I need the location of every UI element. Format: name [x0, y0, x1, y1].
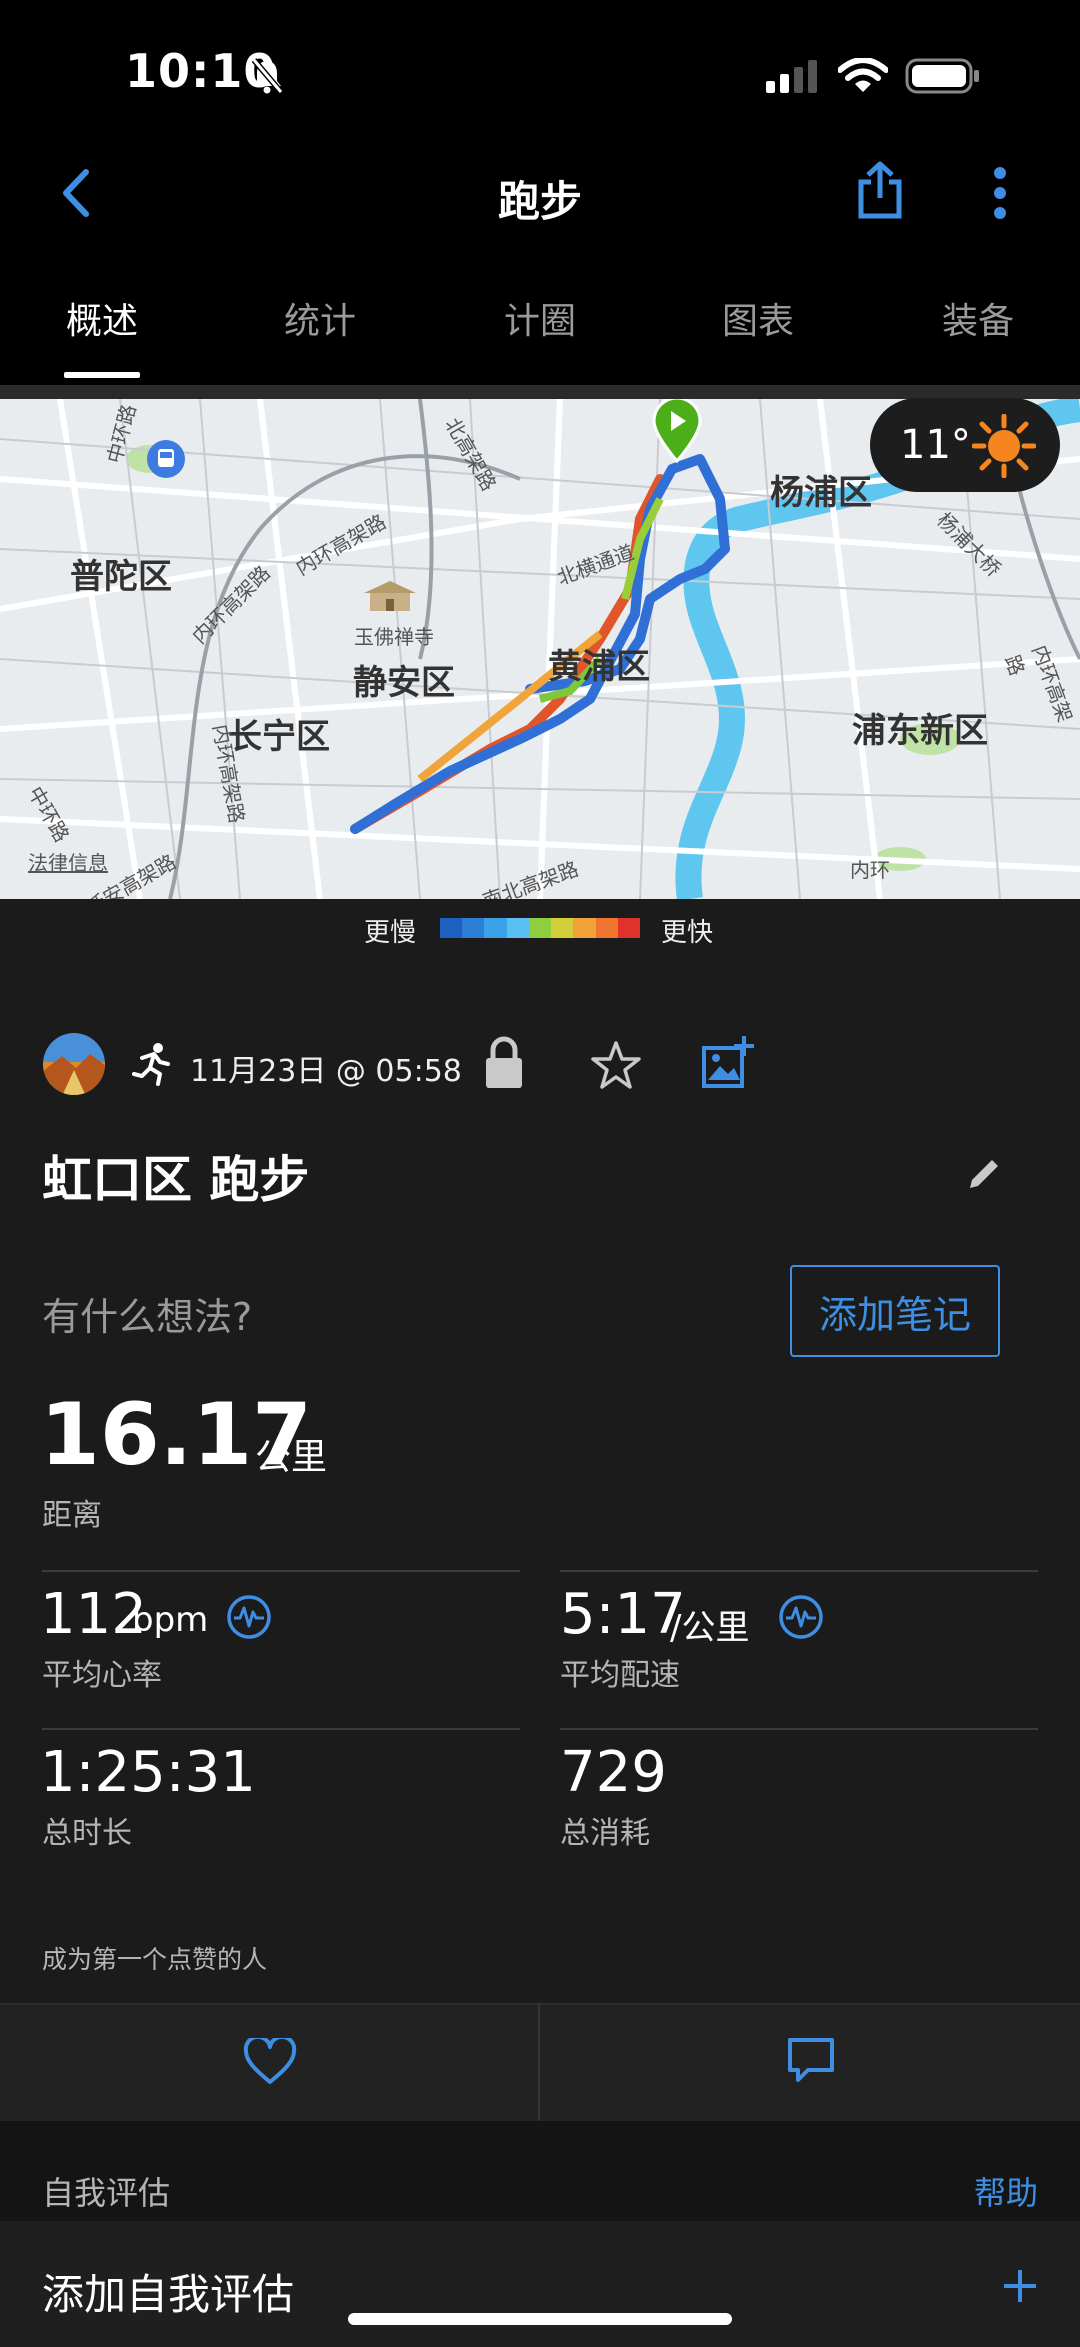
- wifi-icon: [838, 58, 888, 92]
- weather-badge: 11°: [870, 398, 1060, 492]
- tab-overview[interactable]: 概述: [0, 292, 210, 344]
- running-icon: [132, 1043, 170, 1086]
- notes-prompt: 有什么想法?: [42, 1295, 253, 1339]
- avg-heart-rate-value: 112: [40, 1582, 147, 1647]
- divider: [560, 1570, 1038, 1572]
- sun-icon: [972, 414, 1036, 478]
- avg-heart-rate-label: 平均心率: [42, 1658, 162, 1693]
- legend-swatch: [551, 918, 574, 938]
- legend-swatch: [462, 918, 485, 938]
- map-label-district: 静安区: [353, 663, 455, 703]
- social-action-bar: [0, 2003, 1080, 2123]
- tab-laps[interactable]: 计圈: [432, 292, 648, 344]
- likes-prompt: 成为第一个点赞的人: [42, 1945, 268, 1974]
- more-icon[interactable]: [990, 166, 1010, 220]
- legend-swatch: [484, 918, 507, 938]
- calories-value: 729: [560, 1740, 667, 1805]
- legend-fast-label: 更快: [661, 918, 714, 948]
- map-label-district: 长宁区: [228, 717, 330, 757]
- avatar[interactable]: [42, 1032, 106, 1096]
- edit-icon[interactable]: [964, 1154, 1004, 1194]
- map-label-district: 普陀区: [70, 557, 172, 597]
- avg-pace-value: 5:17: [560, 1582, 686, 1647]
- activity-title: 虹口区 跑步: [42, 1151, 310, 1209]
- add-note-button[interactable]: 添加笔记: [790, 1265, 1000, 1357]
- distance-label: 距离: [42, 1498, 102, 1533]
- map-label-district: 黄浦区: [548, 647, 650, 687]
- divider: [42, 1728, 520, 1730]
- transit-icon: [147, 440, 185, 478]
- battery-icon: [905, 58, 979, 94]
- pace-icon[interactable]: [778, 1594, 824, 1640]
- legend-slow-label: 更慢: [364, 918, 417, 948]
- map-label-district: 浦东新区: [852, 711, 988, 751]
- legend-swatch: [440, 918, 463, 938]
- map-label-district: 杨浦区: [770, 473, 872, 513]
- legend-swatch: [617, 918, 640, 938]
- total-time-value: 1:25:31: [40, 1740, 256, 1805]
- start-flag-icon: [652, 399, 702, 463]
- total-time-label: 总时长: [42, 1816, 132, 1851]
- lock-icon[interactable]: [484, 1036, 524, 1090]
- legal-info-link[interactable]: 法律信息: [28, 847, 108, 876]
- weather-temperature: 11°: [900, 422, 971, 468]
- legend-swatch: [595, 918, 618, 938]
- avg-pace-unit: /公里: [670, 1608, 750, 1648]
- temple-icon: [364, 581, 416, 611]
- calories-label: 总消耗: [560, 1816, 650, 1851]
- tab-gear[interactable]: 装备: [870, 292, 1080, 344]
- divider: [538, 2003, 540, 2121]
- cellular-signal-icon: [766, 60, 817, 93]
- legend-swatch: [573, 918, 596, 938]
- add-photo-icon[interactable]: [700, 1034, 756, 1090]
- comment-icon[interactable]: [786, 2036, 836, 2086]
- self-eval-title: 自我评估: [42, 2174, 171, 2212]
- divider: [0, 385, 1080, 399]
- help-link[interactable]: 帮助: [974, 2168, 1038, 2214]
- tab-charts[interactable]: 图表: [650, 292, 866, 344]
- activity-datetime: 11月23日 @ 05:58: [190, 1054, 462, 1089]
- map-label-poi: 玉佛禅寺: [354, 625, 434, 649]
- map-label-road: 内环: [850, 858, 890, 882]
- divider: [560, 1728, 1038, 1730]
- avg-heart-rate-unit: bpm: [132, 1600, 209, 1640]
- speed-legend-bar: [440, 918, 640, 938]
- heart-rate-icon[interactable]: [226, 1594, 272, 1640]
- add-self-eval-label: 添加自我评估: [42, 2270, 295, 2319]
- mute-bell-icon: [251, 58, 284, 94]
- avg-pace-label: 平均配速: [560, 1658, 680, 1693]
- active-tab-indicator: [64, 372, 140, 378]
- heart-icon[interactable]: [243, 2038, 297, 2086]
- page-title: 跑步: [497, 177, 582, 226]
- distance-unit: 公里: [255, 1437, 328, 1478]
- home-indicator[interactable]: [348, 2313, 732, 2325]
- star-icon[interactable]: [590, 1040, 642, 1090]
- legend-swatch: [528, 918, 552, 938]
- tab-stats[interactable]: 统计: [212, 292, 428, 344]
- share-icon[interactable]: [855, 160, 905, 220]
- plus-icon[interactable]: [1000, 2266, 1040, 2306]
- legend-swatch: [506, 918, 529, 938]
- divider: [42, 1570, 520, 1572]
